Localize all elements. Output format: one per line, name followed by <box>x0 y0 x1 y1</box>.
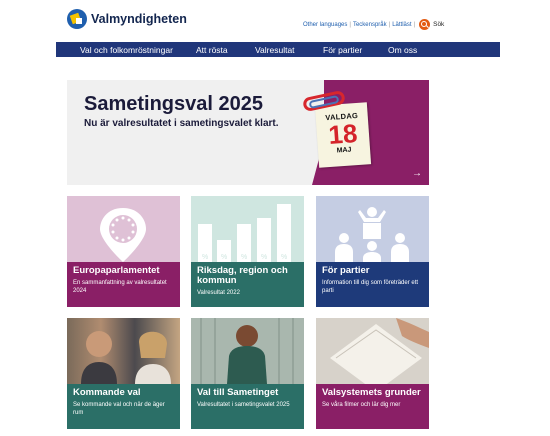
link-sign-language[interactable]: Teckenspråk <box>353 22 387 28</box>
card-desc: Valresultatet i sametingsvalet 2025 <box>197 402 290 408</box>
hero-title: Sametingsval 2025 <box>84 93 263 115</box>
link-other-languages[interactable]: Other languages <box>303 22 347 28</box>
voting-booth-photo <box>191 318 304 384</box>
card-title: För partier <box>322 265 370 276</box>
card-kommande-val[interactable]: Kommande val Se kommande val och när de … <box>67 318 180 429</box>
card-title: Europaparlamentet <box>73 265 160 276</box>
main-nav: Val och folkomröstningar Att rösta Valre… <box>56 42 500 57</box>
calendar-illustration: VALDAG 18 MAJ <box>314 102 372 168</box>
card-title: Kommande val <box>73 387 141 398</box>
card-desc: Valresultat 2022 <box>197 290 240 296</box>
svg-text:%: % <box>202 254 208 261</box>
card-title: Riksdag, region och kommun <box>197 265 288 286</box>
card-desc: En sammanfattning av valresultatet 2024 <box>73 280 167 294</box>
utility-links: Other languages | Teckenspråk | Lättläst… <box>303 19 445 30</box>
search-label: Sök <box>433 21 445 28</box>
card-desc: Information till dig som företräder ett … <box>322 280 419 294</box>
card-title: Valsystemets grunder <box>322 387 421 398</box>
card-desc: Se våra filmer och lär dig mer <box>322 402 401 408</box>
svg-text:%: % <box>241 254 247 261</box>
search-icon <box>419 19 431 30</box>
map-pin-icon <box>67 196 180 262</box>
nav-about[interactable]: Om oss <box>388 45 417 55</box>
ballot-envelope-photo <box>316 318 429 392</box>
card-title: Val till Sametinget <box>197 387 279 398</box>
nav-vote[interactable]: Att rösta <box>196 45 228 55</box>
hero-subtitle: Nu är valresultatet i sametingsvalet kla… <box>84 118 279 129</box>
card-sametinget[interactable]: Val till Sametinget Valresultatet i same… <box>191 318 304 429</box>
card-europaparlamentet[interactable]: Europaparlamentet En sammanfattning av v… <box>67 196 180 307</box>
logo-text: Valmyndigheten <box>91 12 187 26</box>
nav-parties[interactable]: För partier <box>323 45 362 55</box>
people-photo <box>67 318 180 384</box>
link-easy-read[interactable]: Lättläst <box>392 22 411 28</box>
arrow-right-icon[interactable]: → <box>411 168 423 180</box>
nav-results[interactable]: Valresultat <box>255 45 295 55</box>
hero-banner[interactable]: Sametingsval 2025 Nu är valresultatet i … <box>67 80 429 185</box>
search-button[interactable]: Sök <box>419 19 444 30</box>
card-valsystemets-grunder[interactable]: Valsystemets grunder Se våra filmer och … <box>316 318 429 429</box>
bar-chart-icon: %%% %% <box>191 196 304 262</box>
card-riksdag[interactable]: %%% %% Riksdag, region och kommun Valres… <box>191 196 304 307</box>
svg-text:%: % <box>261 254 267 261</box>
logo-icon <box>67 9 87 29</box>
site-logo[interactable]: Valmyndigheten <box>67 9 187 29</box>
speaker-audience-icon <box>316 196 429 262</box>
site-header: Valmyndigheten Other languages | Teckens… <box>0 0 550 42</box>
nav-elections[interactable]: Val och folkomröstningar <box>80 45 173 55</box>
card-for-partier[interactable]: För partier Information till dig som för… <box>316 196 429 307</box>
svg-text:%: % <box>221 254 227 261</box>
card-desc: Se kommande val och när de äger rum <box>73 402 165 416</box>
svg-text:%: % <box>281 254 287 261</box>
